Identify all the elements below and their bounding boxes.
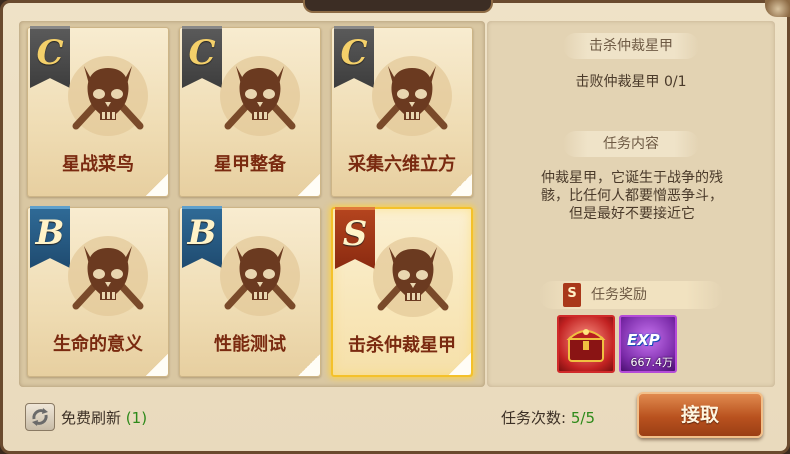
quest-board: C 星战菜鸟 C 星甲整备 C 采集六维立方 B 生命的意义 B 性能测试 S … (19, 21, 485, 387)
refresh-button[interactable] (25, 403, 55, 431)
quest-card[interactable]: B 生命的意义 (27, 206, 169, 377)
reward-grade-badge: S (563, 283, 581, 307)
reward-header-label: 任务奖励 (591, 287, 647, 303)
refresh-icon (32, 408, 48, 426)
quest-name: 生命的意义 (53, 334, 143, 355)
quest-card-selected[interactable]: S 击杀仲裁星甲 (331, 207, 473, 377)
reward-header: S 任务奖励 (539, 281, 723, 309)
skull-emblem-icon (212, 48, 308, 144)
quest-card[interactable]: C 星战菜鸟 (27, 26, 169, 197)
quest-card[interactable]: B 性能测试 (179, 206, 321, 377)
quest-card[interactable]: C 星甲整备 (179, 26, 321, 197)
close-icon[interactable] (765, 0, 790, 17)
page-fold (146, 354, 168, 376)
quest-description: 仲裁星甲，它诞生于战争的残 骸，比任何人都要憎恶争斗， 但是最好不要接近它 (517, 169, 747, 223)
quest-count: 任务次数: 5/5 (501, 407, 595, 428)
description-line: 仲裁星甲，它诞生于战争的残 (541, 170, 723, 186)
exp-icon[interactable]: EXP 667.4万 (619, 315, 677, 373)
quest-detail-panel: 击杀仲裁星甲 击败仲裁星甲 0/1 任务内容 仲裁星甲，它诞生于战争的残 骸，比… (487, 21, 775, 387)
exp-count: 667.4万 (630, 356, 674, 369)
exp-label: EXP (627, 331, 660, 349)
free-refresh-count: (1) (125, 409, 148, 427)
quest-window: C 星战菜鸟 C 星甲整备 C 采集六维立方 B 生命的意义 B 性能测试 S … (0, 0, 790, 454)
chest-graphic (566, 329, 606, 362)
page-fold (449, 353, 471, 375)
quest-name: 星甲整备 (214, 154, 286, 175)
skull-emblem-icon (60, 228, 156, 324)
free-refresh-text: 免费刷新 (61, 409, 122, 427)
description-line: 骸，比任何人都要憎恶争斗， (541, 188, 723, 204)
content-header: 任务内容 (563, 131, 699, 157)
skull-emblem-icon (365, 229, 461, 325)
quest-name: 星战菜鸟 (62, 154, 134, 175)
quest-count-value: 5/5 (570, 409, 595, 427)
window-title-tab (303, 0, 493, 13)
skull-emblem-icon (60, 48, 156, 144)
quest-detail-title: 击杀仲裁星甲 (563, 33, 699, 59)
page-fold (450, 174, 472, 196)
quest-objective: 击败仲裁星甲 0/1 (575, 74, 687, 90)
treasure-chest-icon[interactable] (557, 315, 615, 373)
quest-name: 性能测试 (214, 334, 286, 355)
skull-emblem-icon (364, 48, 460, 144)
quest-name: 采集六维立方 (348, 154, 456, 175)
page-fold (298, 174, 320, 196)
page-fold (298, 354, 320, 376)
free-refresh-label: 免费刷新 (1) (61, 407, 147, 428)
quest-card[interactable]: C 采集六维立方 (331, 26, 473, 197)
description-line: 但是最好不要接近它 (569, 206, 695, 222)
skull-emblem-icon (212, 228, 308, 324)
quest-count-label: 任务次数: (501, 409, 567, 427)
page-fold (146, 174, 168, 196)
accept-button[interactable]: 接取 (637, 392, 763, 438)
